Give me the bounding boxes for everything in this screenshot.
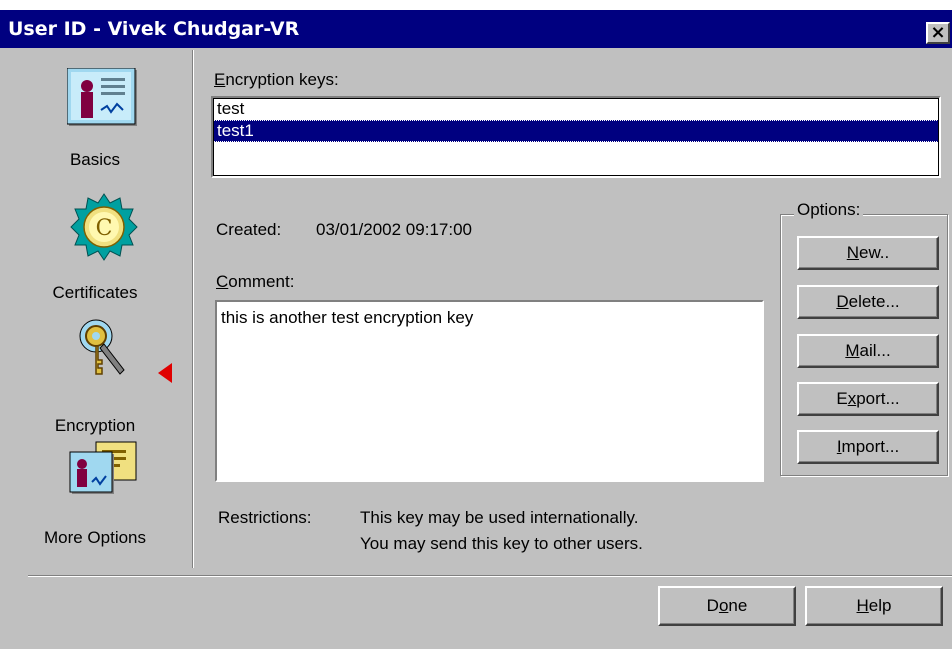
list-item[interactable]: test: [213, 98, 939, 120]
restrictions-label: Restrictions:: [218, 508, 312, 527]
sidebar-item-more-options[interactable]: More Options: [0, 440, 190, 552]
comment-field[interactable]: this is another test encryption key: [215, 300, 764, 482]
sidebar-item-basics[interactable]: Basics: [0, 68, 190, 180]
key-icon: [79, 319, 125, 375]
sidebar-nav: Basics C Certificates Encryption More Op…: [0, 48, 190, 568]
id-card-icon: [67, 68, 137, 126]
created-label: Created:: [216, 220, 282, 239]
encryption-keys-label: Encryption keys:: [214, 70, 339, 89]
sidebar-item-certificates[interactable]: C Certificates: [0, 193, 190, 305]
restrictions-line-1: This key may be used internationally.: [360, 508, 639, 527]
done-button[interactable]: Done: [658, 586, 796, 626]
selected-indicator-icon: [158, 363, 172, 383]
import-button[interactable]: Import...: [797, 430, 939, 464]
footer-separator: [28, 575, 952, 577]
sidebar-item-label: Certificates: [52, 283, 138, 302]
comment-label: Comment:: [216, 272, 295, 291]
mail-button[interactable]: Mail...: [797, 334, 939, 368]
sidebar-item-label: More Options: [43, 528, 147, 547]
certificate-seal-icon: C: [70, 193, 138, 261]
svg-text:C: C: [96, 216, 113, 241]
export-button[interactable]: Export...: [797, 382, 939, 416]
delete-button[interactable]: Delete...: [797, 285, 939, 319]
encryption-keys-list[interactable]: test test1: [211, 96, 941, 178]
close-button[interactable]: ×: [926, 22, 950, 44]
sidebar-item-label: Encryption: [54, 416, 136, 435]
restrictions-line-2: You may send this key to other users.: [360, 534, 643, 553]
created-value: 03/01/2002 09:17:00: [316, 220, 472, 239]
new-button[interactable]: New..: [797, 236, 939, 270]
window-title: User ID - Vivek Chudgar-VR: [8, 18, 300, 40]
sidebar-item-label: Basics: [69, 150, 121, 169]
options-group-title: Options:: [794, 200, 864, 220]
sidebar-divider: [192, 50, 194, 568]
list-item-selected[interactable]: test1: [213, 120, 939, 142]
id-cards-icon: [69, 441, 137, 494]
title-bar[interactable]: User ID - Vivek Chudgar-VR ×: [0, 10, 952, 48]
help-button[interactable]: Help: [805, 586, 943, 626]
